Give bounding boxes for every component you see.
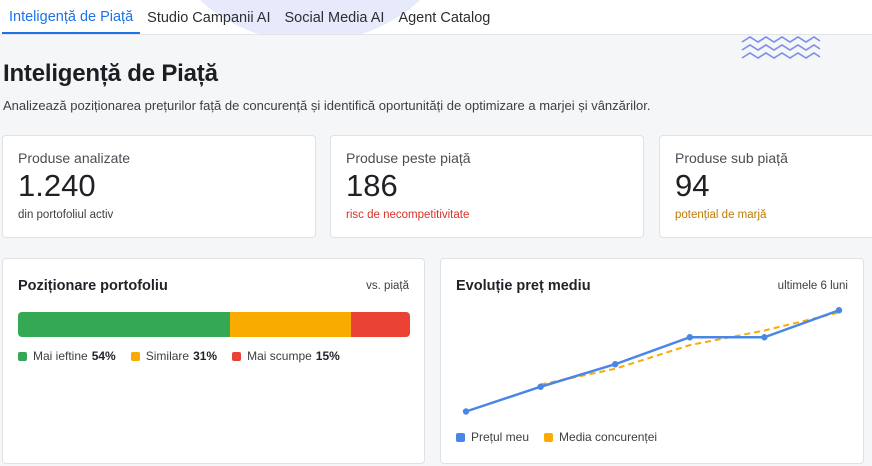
data-point-own-price: [462, 408, 470, 415]
evolution-legend: Prețul meu Media concurenței: [456, 430, 672, 444]
legend-label: Prețul meu: [471, 430, 530, 444]
page-subtitle: Analizează poziționarea prețurilor față …: [3, 98, 651, 113]
page-title: Inteligență de Piață: [3, 60, 218, 87]
kpi-card-analyzed: Produse analizate 1.240 din portofoliul …: [2, 135, 316, 238]
legend-percent: 31%: [193, 349, 218, 363]
legend-label: Mai ieftine: [33, 349, 88, 363]
data-point-own-price: [537, 383, 544, 390]
legend-swatch: [18, 351, 27, 361]
data-point-own-price: [686, 334, 693, 341]
kpi-label: Produse peste piață: [346, 150, 471, 166]
legend-swatch: [232, 351, 242, 361]
legend-item-own-price: Prețul meu: [456, 430, 529, 444]
price-evolution-card: Evoluție preț mediu ultimele 6 luni Preț…: [440, 258, 864, 464]
legend-item-more-expensive: Mai scumpe 15%: [232, 349, 340, 363]
legend-swatch: [456, 432, 465, 442]
data-point-own-price: [612, 361, 619, 368]
data-point-own-price: [835, 307, 843, 314]
kpi-value: 94: [675, 168, 710, 203]
kpi-card-above-market: Produse peste piață 186 risc de necompet…: [330, 135, 644, 238]
legend-swatch: [544, 432, 554, 442]
tab-agent-catalog[interactable]: Agent Catalog: [391, 1, 497, 34]
kpi-note: din portofoliul activ: [18, 209, 114, 221]
positioning-stacked-bar: [18, 312, 410, 337]
legend-percent: 54%: [91, 349, 116, 363]
legend-swatch: [130, 351, 140, 361]
card-title: Poziționare portofoliu: [18, 278, 168, 294]
legend-label: Similare: [145, 349, 190, 363]
kpi-note: risc de necompetitivitate: [346, 209, 470, 221]
legend-percent: 15%: [315, 349, 340, 363]
segment-similar: [229, 312, 352, 337]
segment-cheaper: [18, 312, 230, 337]
portfolio-positioning-card: Poziționare portofoliu vs. piață Mai ief…: [2, 258, 425, 464]
kpi-label: Produse analizate: [18, 150, 131, 166]
legend-item-similar: Similare 31%: [130, 349, 218, 363]
kpi-value: 186: [346, 168, 398, 203]
tab-campaign-studio[interactable]: Studio Campanii AI: [140, 1, 277, 34]
kpi-note: potențial de marjă: [675, 209, 767, 221]
tab-market-intelligence[interactable]: Inteligență de Piață: [2, 1, 141, 34]
legend-item-market-average: Media concurenței: [544, 430, 657, 444]
kpi-label: Produse sub piață: [675, 150, 788, 166]
legend-label: Media concurenței: [559, 430, 658, 444]
top-tab-bar: Inteligență de Piață Studio Campanii AI …: [0, 0, 872, 35]
kpi-card-below-market: Produse sub piață 94 potențial de marjă: [659, 135, 872, 238]
series-line-own-price: [465, 309, 840, 413]
legend-label: Mai scumpe: [247, 349, 312, 363]
wave-decoration-icon: [741, 36, 821, 59]
card-meta: vs. piață: [366, 280, 409, 292]
kpi-value: 1.240: [18, 168, 96, 203]
data-point-own-price: [761, 334, 768, 341]
legend-item-cheaper: Mai ieftine 54%: [18, 349, 116, 363]
page-header: Inteligență de Piață: [3, 60, 218, 88]
segment-more-expensive: [351, 312, 410, 337]
positioning-legend: Mai ieftine 54% Similare 31% Mai scumpe …: [18, 349, 355, 363]
tab-social-media[interactable]: Social Media AI: [277, 1, 391, 34]
